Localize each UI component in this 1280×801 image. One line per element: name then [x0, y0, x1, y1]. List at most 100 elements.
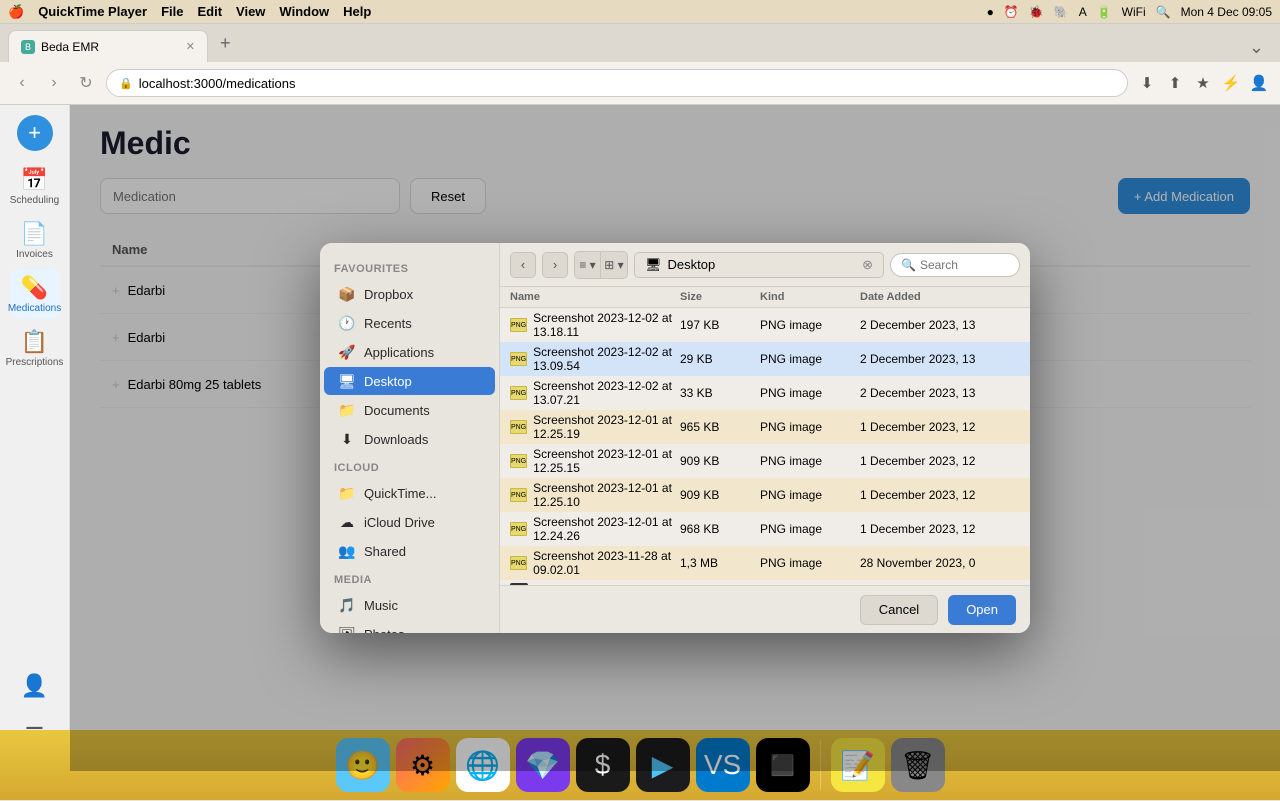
sidebar-item-invoices[interactable]: 📄 Invoices: [10, 215, 60, 265]
fd-file-row[interactable]: PNG Screenshot 2023-12-01 at 12.25.15 90…: [500, 444, 1030, 478]
fd-item-photos[interactable]: 🖼 Photos: [324, 620, 495, 633]
browser-tab[interactable]: B Beda EMR ✕: [8, 30, 208, 62]
fd-file-row[interactable]: PNG Screenshot 2023-12-02 at 13.18.11 19…: [500, 308, 1030, 342]
fd-file-date: 1 December 2023, 12: [860, 522, 1020, 536]
png-thumb: PNG: [510, 522, 527, 536]
menu-view[interactable]: View: [236, 4, 265, 19]
fd-file-row[interactable]: PNG Screenshot 2023-12-01 at 12.25.19 96…: [500, 410, 1030, 444]
share-icon[interactable]: ⬆: [1164, 72, 1186, 94]
tab-bar: B Beda EMR ✕ + ⌄: [0, 24, 1280, 62]
sidebar-item-avatar[interactable]: 👤: [10, 661, 60, 711]
sidebar-item-prescriptions[interactable]: 📋 Prescriptions: [10, 323, 60, 373]
bug-icon: 🐞: [1029, 5, 1044, 19]
address-input[interactable]: 🔒 localhost:3000/medications: [106, 69, 1128, 97]
fd-item-downloads[interactable]: ⬇ Downloads: [324, 425, 495, 453]
sidebar-item-medications[interactable]: 💊 Medications: [10, 269, 60, 319]
app-name[interactable]: QuickTime Player: [38, 4, 147, 19]
fd-file-row[interactable]: PNG Screenshot 2023-12-02 at 13.09.54 29…: [500, 342, 1030, 376]
fd-filename-text: Screenshot 2023-12-01 at 12.25.19: [533, 413, 680, 441]
col-date[interactable]: Date Added: [860, 291, 1020, 303]
fd-item-icloud-drive[interactable]: ☁ iCloud Drive: [324, 508, 495, 536]
fd-open-button[interactable]: Open: [948, 595, 1016, 625]
forward-button[interactable]: ›: [42, 71, 66, 95]
avatar-icon: 👤: [21, 673, 48, 699]
fd-file-kind: PNG image: [760, 488, 860, 502]
fd-file-name: PNG Screenshot 2023-12-01 at 12.25.15: [510, 447, 680, 475]
fd-column-headers: Name Size Kind Date Added: [500, 287, 1030, 308]
fd-search-box[interactable]: 🔍: [890, 253, 1020, 277]
prescriptions-icon: 📋: [21, 329, 48, 355]
fd-item-documents[interactable]: 📁 Documents: [324, 396, 495, 424]
fd-item-label-quicktime: QuickTime...: [364, 486, 436, 501]
sidebar-item-label-medications: Medications: [8, 303, 61, 314]
fd-file-row[interactable]: PNG Screenshot 2023-12-01 at 12.24.26 96…: [500, 512, 1030, 546]
sidebar-item-label-scheduling: Scheduling: [10, 195, 59, 206]
search-icon[interactable]: 🔍: [1156, 5, 1171, 19]
apple-menu[interactable]: 🍎: [8, 4, 24, 20]
menu-file[interactable]: File: [161, 4, 183, 19]
fd-item-music[interactable]: 🎵 Music: [324, 591, 495, 619]
tabs-collapse-button[interactable]: ⌄: [1241, 33, 1272, 62]
sidebar-item-scheduling[interactable]: 📅 Scheduling: [10, 161, 60, 211]
profile-icon[interactable]: 👤: [1248, 72, 1270, 94]
menu-edit[interactable]: Edit: [197, 4, 222, 19]
fd-favourites-label: Favourites: [320, 255, 499, 279]
col-size[interactable]: Size: [680, 291, 760, 303]
fd-item-label-desktop: Desktop: [364, 374, 412, 389]
fd-location-bar[interactable]: 🖥 Desktop ⊗: [634, 252, 884, 278]
fd-file-row[interactable]: PNG Screenshot 2023-11-28 at 09.02.01 1,…: [500, 546, 1030, 580]
fd-main: ‹ › ≡ ▾ ⊞ ▾ 🖥 Desktop ⊗ 🔍: [500, 243, 1030, 633]
fd-file-name: PNG Screenshot 2023-12-01 at 12.25.10: [510, 481, 680, 509]
fd-filename-text: Screenshot 2023-12-01 at 12.24.26: [533, 515, 680, 543]
fd-item-shared[interactable]: 👥 Shared: [324, 537, 495, 565]
menu-window[interactable]: Window: [279, 4, 329, 19]
browser-chrome: B Beda EMR ✕ + ⌄ ‹ › ↻ 🔒 localhost:3000/…: [0, 24, 1280, 105]
address-bar: ‹ › ↻ 🔒 localhost:3000/medications ⬇ ⬆ ★…: [0, 62, 1280, 104]
fd-item-recents[interactable]: 🕐 Recents: [324, 309, 495, 337]
fd-location-clear-icon[interactable]: ⊗: [862, 257, 873, 273]
icloud-drive-icon: ☁: [338, 514, 356, 531]
fd-item-dropbox[interactable]: 📦 Dropbox: [324, 280, 495, 308]
back-button[interactable]: ‹: [10, 71, 34, 95]
new-tab-button[interactable]: +: [212, 29, 239, 58]
fd-search-input[interactable]: [920, 258, 1000, 272]
fd-location-folder-icon: 🖥: [645, 257, 662, 273]
fd-item-desktop[interactable]: 🖥 Desktop: [324, 367, 495, 395]
fd-file-date: 1 December 2023, 12: [860, 454, 1020, 468]
fd-item-quicktime[interactable]: 📁 QuickTime...: [324, 479, 495, 507]
fd-file-row[interactable]: PNG Screenshot 2023-12-02 at 13.07.21 33…: [500, 376, 1030, 410]
fd-cancel-button[interactable]: Cancel: [860, 595, 938, 625]
fd-item-applications[interactable]: 🚀 Applications: [324, 338, 495, 366]
download-icon[interactable]: ⬇: [1136, 72, 1158, 94]
downloads-icon: ⬇: [338, 431, 356, 448]
menubar-right: ● ⏰ 🐞 🐘 A 🔋 WiFi 🔍 Mon 4 Dec 09:05: [987, 5, 1272, 19]
extensions-icon[interactable]: ⚡: [1220, 72, 1242, 94]
reload-button[interactable]: ↻: [74, 71, 98, 95]
fd-file-size: 909 KB: [680, 488, 760, 502]
col-name[interactable]: Name: [510, 291, 680, 303]
tab-close-button[interactable]: ✕: [186, 40, 195, 53]
col-kind[interactable]: Kind: [760, 291, 860, 303]
fd-file-row[interactable]: PNG Screenshot 2023-12-01 at 12.25.10 90…: [500, 478, 1030, 512]
fd-file-size: 968 KB: [680, 522, 760, 536]
bookmark-icon[interactable]: ★: [1192, 72, 1214, 94]
fd-item-label-photos: Photos: [364, 627, 404, 634]
file-dialog: Favourites 📦 Dropbox 🕐 Recents 🚀 Applica…: [320, 243, 1030, 633]
sidebar-add-button[interactable]: +: [17, 115, 53, 151]
fd-forward-button[interactable]: ›: [542, 252, 568, 278]
fd-media-label: Media: [320, 566, 499, 590]
menu-help[interactable]: Help: [343, 4, 371, 19]
fd-filename-text: Screenshot 2023-12-01 at 12.25.10: [533, 481, 680, 509]
fd-filename-text: Screenshot 2023-12-02 at 13.18.11: [533, 311, 680, 339]
png-thumb: PNG: [510, 454, 527, 468]
png-thumb: PNG: [510, 386, 527, 400]
fd-grid-view-button[interactable]: ⊞ ▾: [601, 252, 627, 278]
fd-item-label-documents: Documents: [364, 403, 430, 418]
fd-list-view-button[interactable]: ≡ ▾: [575, 252, 601, 278]
fd-file-date: 2 December 2023, 13: [860, 386, 1020, 400]
fd-back-button[interactable]: ‹: [510, 252, 536, 278]
fd-file-kind: PNG image: [760, 522, 860, 536]
fd-filename-text: Screenshot 2023-12-01 at 12.25.15: [533, 447, 680, 475]
dropbox-icon: 📦: [338, 286, 356, 303]
lock-icon: 🔒: [119, 77, 133, 90]
